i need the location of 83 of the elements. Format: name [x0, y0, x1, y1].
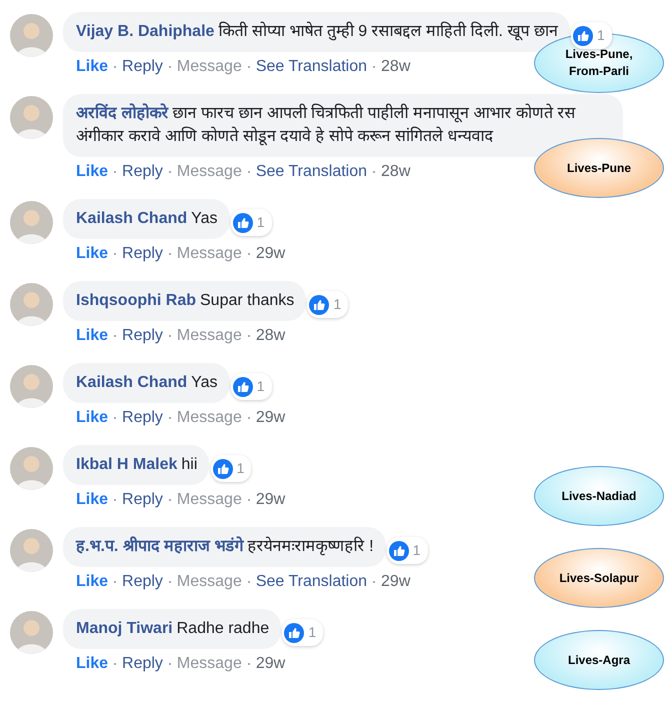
- reaction-count: 1: [412, 541, 421, 560]
- message-link[interactable]: Message: [176, 407, 242, 429]
- avatar[interactable]: [10, 96, 53, 139]
- like-link[interactable]: Like: [76, 56, 108, 78]
- comment-text: Ishqsoophi Rab Supar thanks: [76, 291, 294, 311]
- translate-link[interactable]: See Translation: [256, 56, 368, 78]
- timestamp: 29w: [256, 490, 286, 510]
- timestamp: 28w: [381, 162, 410, 182]
- like-icon: [212, 458, 233, 478]
- translate-link[interactable]: See Translation: [256, 571, 368, 593]
- like-link[interactable]: Like: [76, 161, 108, 183]
- reply-link[interactable]: Reply: [122, 489, 163, 511]
- avatar[interactable]: [10, 283, 53, 326]
- like-link[interactable]: Like: [76, 325, 108, 347]
- message-link[interactable]: Message: [176, 56, 242, 78]
- comment-text: Ikbal H Malek hii: [76, 455, 198, 475]
- comment-text: Kailash Chand Yas: [76, 209, 218, 229]
- commenter-name[interactable]: अरविंद लोहोकरे: [76, 105, 168, 122]
- commenter-name[interactable]: Kailash Chand: [76, 210, 188, 227]
- timestamp: 28w: [381, 57, 410, 77]
- message-link[interactable]: Message: [176, 653, 242, 675]
- like-link[interactable]: Like: [76, 407, 108, 429]
- reaction-count: 1: [308, 623, 316, 642]
- timestamp: 29w: [256, 244, 286, 264]
- reaction-badge[interactable]: 1: [570, 22, 612, 49]
- reply-link[interactable]: Reply: [122, 161, 163, 183]
- commenter-name[interactable]: ह.भ.प. श्रीपाद महाराज भडंगे: [76, 538, 244, 555]
- reaction-count: 1: [596, 26, 605, 45]
- like-icon: [309, 294, 330, 314]
- reply-link[interactable]: Reply: [122, 243, 163, 265]
- reply-link[interactable]: Reply: [122, 653, 163, 675]
- reaction-count: 1: [333, 295, 342, 314]
- commenter-name[interactable]: Kailash Chand: [76, 374, 188, 391]
- reply-link[interactable]: Reply: [122, 571, 163, 593]
- avatar[interactable]: [10, 447, 53, 490]
- like-icon: [284, 622, 304, 642]
- like-icon: [232, 212, 253, 232]
- timestamp: 29w: [256, 408, 286, 428]
- location-note: Lives-Pune: [534, 138, 664, 198]
- like-link[interactable]: Like: [76, 489, 108, 511]
- reaction-badge[interactable]: 1: [307, 291, 348, 318]
- reply-link[interactable]: Reply: [122, 325, 163, 347]
- like-link[interactable]: Like: [76, 571, 108, 593]
- avatar[interactable]: [10, 365, 53, 408]
- avatar[interactable]: [10, 201, 53, 244]
- location-note: Lives-Nadiad: [534, 466, 664, 526]
- like-link[interactable]: Like: [76, 243, 108, 265]
- like-icon: [232, 376, 253, 396]
- reaction-badge[interactable]: 1: [386, 537, 428, 564]
- timestamp: 29w: [381, 572, 410, 592]
- location-note: Lives-Agra: [534, 630, 664, 690]
- message-link[interactable]: Message: [176, 571, 242, 593]
- commenter-name[interactable]: Ikbal H Malek: [76, 456, 178, 473]
- commenter-name[interactable]: Ishqsoophi Rab: [76, 292, 196, 309]
- avatar[interactable]: [10, 14, 53, 57]
- like-link[interactable]: Like: [76, 653, 108, 675]
- reaction-badge[interactable]: 1: [230, 209, 272, 236]
- reaction-count: 1: [236, 459, 244, 478]
- reaction-badge[interactable]: 1: [230, 373, 272, 400]
- reaction-badge[interactable]: 1: [282, 619, 324, 646]
- timestamp: 28w: [256, 326, 286, 346]
- comment-text: Vijay B. Dahiphale किती सोप्या भाषेत तुम्ही 9 रसाबद्दल माहिती दिली. खूप छान: [76, 20, 558, 42]
- reply-link[interactable]: Reply: [122, 407, 163, 429]
- message-link[interactable]: Message: [176, 161, 242, 183]
- reply-link[interactable]: Reply: [122, 56, 163, 78]
- reaction-count: 1: [256, 213, 265, 232]
- like-icon: [388, 540, 409, 560]
- like-icon: [572, 26, 593, 46]
- location-note: Lives-Solapur: [534, 548, 664, 608]
- commenter-name[interactable]: Manoj Tiwari: [76, 620, 173, 637]
- timestamp: 29w: [256, 654, 286, 674]
- reaction-count: 1: [256, 377, 265, 396]
- comment-text: Manoj Tiwari Radhe radhe: [76, 619, 270, 639]
- avatar[interactable]: [10, 529, 53, 572]
- message-link[interactable]: Message: [176, 489, 242, 511]
- comment-text: ह.भ.प. श्रीपाद महाराज भडंगे हरयेनमःरामकृष्णहरि !: [76, 535, 374, 558]
- commenter-name[interactable]: Vijay B. Dahiphale: [76, 23, 214, 40]
- comment-text: Kailash Chand Yas: [76, 373, 218, 393]
- message-link[interactable]: Message: [176, 243, 242, 265]
- message-link[interactable]: Message: [176, 325, 242, 347]
- avatar[interactable]: [10, 611, 53, 654]
- reaction-badge[interactable]: 1: [210, 455, 252, 482]
- translate-link[interactable]: See Translation: [256, 161, 368, 183]
